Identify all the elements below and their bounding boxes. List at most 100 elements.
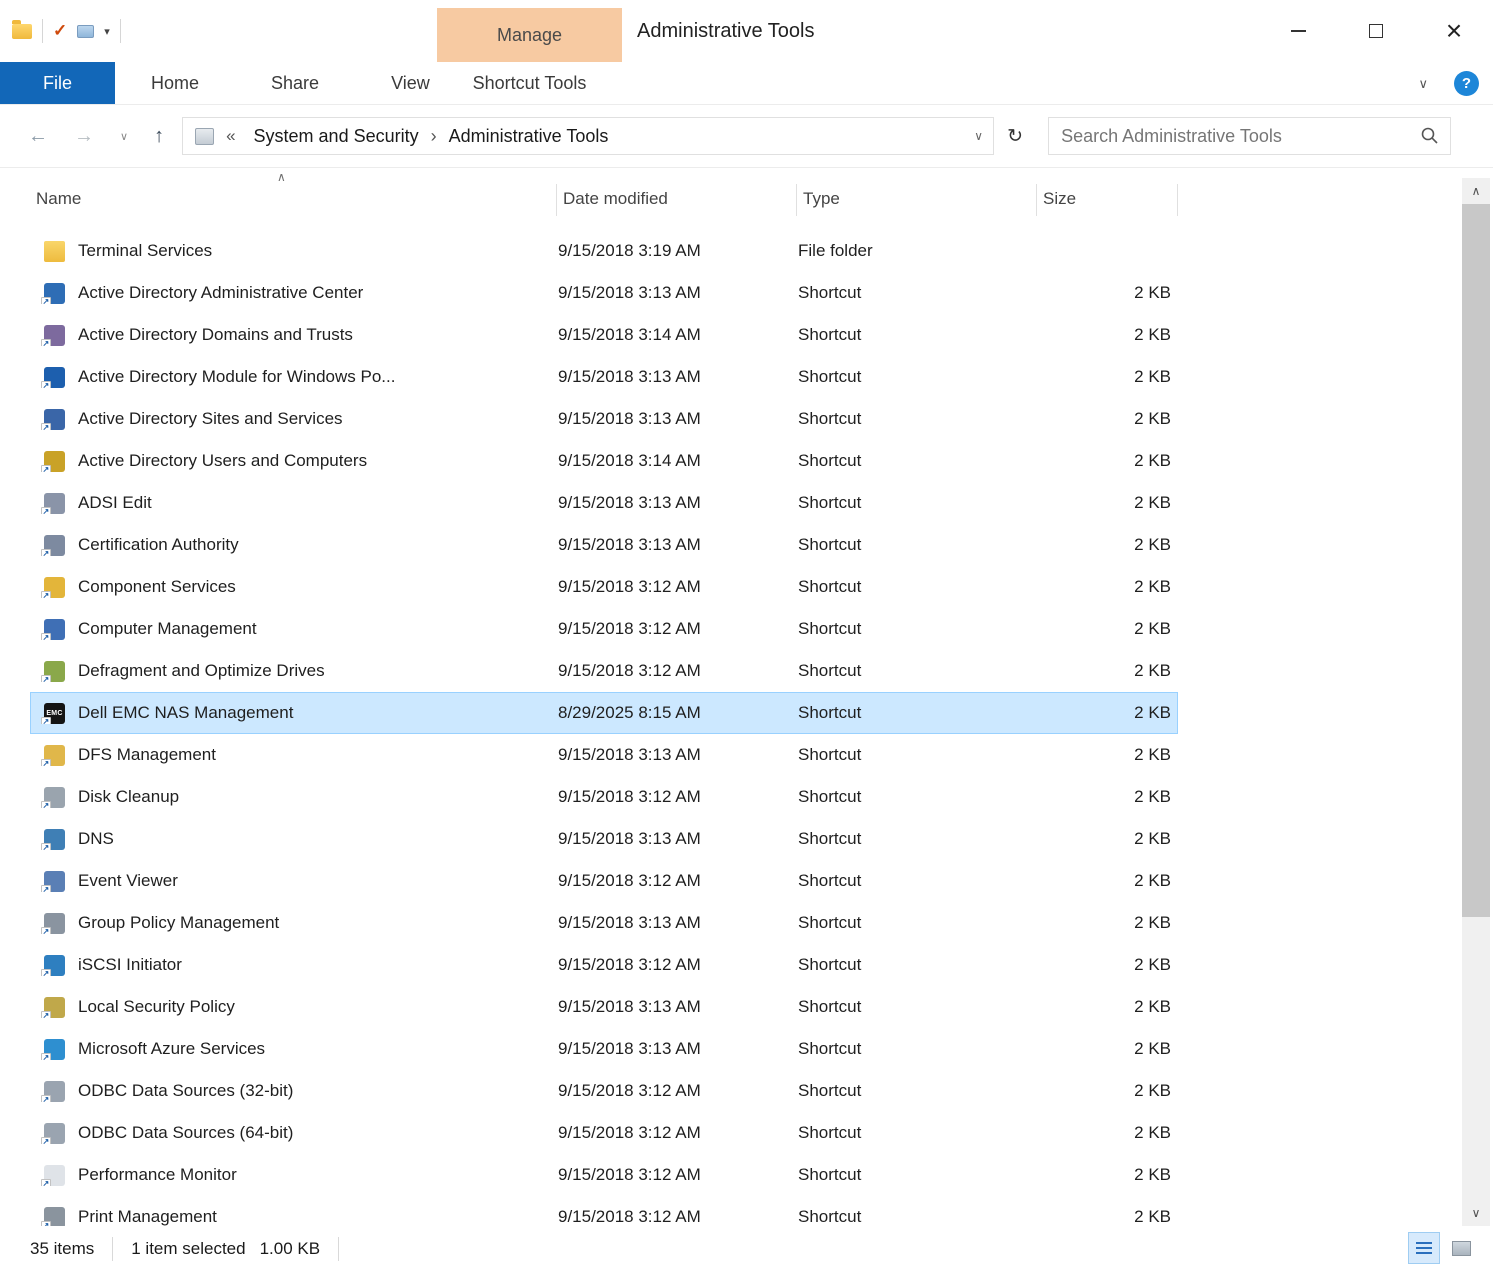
- column-header-type[interactable]: Type: [797, 168, 1037, 230]
- scroll-down-icon[interactable]: ∨: [1462, 1200, 1490, 1226]
- file-row[interactable]: EMC↗ Dell EMC NAS Management 8/29/2025 8…: [30, 692, 1178, 734]
- scroll-up-icon[interactable]: ∧: [1462, 178, 1490, 204]
- details-view-button[interactable]: [1408, 1232, 1440, 1264]
- file-type: Shortcut: [798, 787, 1038, 807]
- file-date-modified: 9/15/2018 3:13 AM: [558, 745, 798, 765]
- divider: [42, 19, 43, 43]
- file-name-cell: ↗ Defragment and Optimize Drives: [31, 661, 558, 682]
- file-date-modified: 9/15/2018 3:19 AM: [558, 241, 798, 261]
- shortcut-overlay-icon: ↗: [41, 1095, 51, 1102]
- help-icon[interactable]: ?: [1454, 71, 1479, 96]
- file-size: 2 KB: [1038, 997, 1178, 1017]
- file-row[interactable]: ↗ Microsoft Azure Services 9/15/2018 3:1…: [30, 1028, 1178, 1070]
- file-row[interactable]: ↗ DNS 9/15/2018 3:13 AM Shortcut 2 KB: [30, 818, 1178, 860]
- customize-quick-access-icon[interactable]: ▾: [104, 25, 110, 38]
- shortcut-overlay-icon: ↗: [41, 297, 51, 304]
- recent-locations-icon[interactable]: ∨: [120, 130, 128, 143]
- file-row[interactable]: ↗ ADSI Edit 9/15/2018 3:13 AM Shortcut 2…: [30, 482, 1178, 524]
- file-row[interactable]: ↗ ODBC Data Sources (32-bit) 9/15/2018 3…: [30, 1070, 1178, 1112]
- new-folder-icon[interactable]: [77, 25, 94, 38]
- file-row[interactable]: ↗ Print Management 9/15/2018 3:12 AM Sho…: [30, 1196, 1178, 1226]
- close-button[interactable]: ×: [1415, 0, 1493, 62]
- large-icons-view-icon: [1452, 1241, 1471, 1256]
- tab-share[interactable]: Share: [235, 62, 355, 104]
- shortcut-overlay-icon: ↗: [41, 969, 51, 976]
- file-date-modified: 9/15/2018 3:13 AM: [558, 493, 798, 513]
- file-date-modified: 9/15/2018 3:12 AM: [558, 955, 798, 975]
- ad-domains-trusts-icon: ↗: [44, 325, 65, 346]
- file-name-cell: Terminal Services: [31, 241, 558, 262]
- dns-icon: ↗: [44, 829, 65, 850]
- file-row[interactable]: ↗ DFS Management 9/15/2018 3:13 AM Short…: [30, 734, 1178, 776]
- file-date-modified: 9/15/2018 3:12 AM: [558, 577, 798, 597]
- large-icons-view-button[interactable]: [1445, 1232, 1477, 1264]
- file-row[interactable]: Terminal Services 9/15/2018 3:19 AM File…: [30, 230, 1178, 272]
- file-name: Component Services: [78, 577, 236, 597]
- file-row[interactable]: ↗ Active Directory Module for Windows Po…: [30, 356, 1178, 398]
- search-icon[interactable]: [1420, 126, 1440, 146]
- refresh-icon[interactable]: ↻: [994, 117, 1036, 155]
- file-row[interactable]: ↗ Active Directory Sites and Services 9/…: [30, 398, 1178, 440]
- defragment-icon: ↗: [44, 661, 65, 682]
- file-type: Shortcut: [798, 745, 1038, 765]
- items-count: 35 items: [30, 1239, 94, 1259]
- file-row[interactable]: ↗ Group Policy Management 9/15/2018 3:13…: [30, 902, 1178, 944]
- file-row[interactable]: ↗ Local Security Policy 9/15/2018 3:13 A…: [30, 986, 1178, 1028]
- address-location-icon: [195, 128, 214, 145]
- file-name-cell: EMC↗ Dell EMC NAS Management: [31, 703, 558, 724]
- divider: [120, 19, 121, 43]
- tab-home[interactable]: Home: [115, 62, 235, 104]
- file-date-modified: 9/15/2018 3:13 AM: [558, 283, 798, 303]
- file-type: Shortcut: [798, 829, 1038, 849]
- maximize-button[interactable]: [1337, 0, 1415, 62]
- vertical-scrollbar[interactable]: ∧ ∨: [1462, 178, 1490, 1226]
- file-name-cell: ↗ Active Directory Administrative Center: [31, 283, 558, 304]
- selection-count: 1 item selected: [131, 1239, 245, 1259]
- file-row[interactable]: ↗ Active Directory Administrative Center…: [30, 272, 1178, 314]
- file-row[interactable]: ↗ Disk Cleanup 9/15/2018 3:12 AM Shortcu…: [30, 776, 1178, 818]
- file-row[interactable]: ↗ Performance Monitor 9/15/2018 3:12 AM …: [30, 1154, 1178, 1196]
- back-icon[interactable]: ←: [28, 125, 48, 148]
- print-management-icon: ↗: [44, 1207, 65, 1227]
- file-row[interactable]: ↗ Component Services 9/15/2018 3:12 AM S…: [30, 566, 1178, 608]
- breadcrumb-collapse-icon[interactable]: «: [226, 126, 235, 146]
- file-row[interactable]: ↗ Active Directory Users and Computers 9…: [30, 440, 1178, 482]
- checkmark-icon[interactable]: ✓: [53, 21, 67, 41]
- file-row[interactable]: ↗ iSCSI Initiator 9/15/2018 3:12 AM Shor…: [30, 944, 1178, 986]
- minimize-button[interactable]: [1259, 0, 1337, 62]
- up-icon[interactable]: ↑: [154, 125, 164, 148]
- file-row[interactable]: ↗ Defragment and Optimize Drives 9/15/20…: [30, 650, 1178, 692]
- tab-file[interactable]: File: [0, 62, 115, 104]
- breadcrumb-item-administrative-tools[interactable]: Administrative Tools: [441, 126, 617, 147]
- file-row[interactable]: ↗ Event Viewer 9/15/2018 3:12 AM Shortcu…: [30, 860, 1178, 902]
- file-date-modified: 9/15/2018 3:12 AM: [558, 787, 798, 807]
- file-row[interactable]: ↗ Certification Authority 9/15/2018 3:13…: [30, 524, 1178, 566]
- file-name-cell: ↗ Group Policy Management: [31, 913, 558, 934]
- column-header-size[interactable]: Size: [1037, 168, 1178, 230]
- column-header-date-modified[interactable]: Date modified: [557, 168, 797, 230]
- shortcut-overlay-icon: ↗: [41, 843, 51, 850]
- file-row[interactable]: ↗ Active Directory Domains and Trusts 9/…: [30, 314, 1178, 356]
- forward-icon[interactable]: →: [74, 125, 94, 148]
- file-type: Shortcut: [798, 535, 1038, 555]
- file-size: 2 KB: [1038, 409, 1178, 429]
- dfs-management-icon: ↗: [44, 745, 65, 766]
- column-header-name[interactable]: Name: [30, 168, 557, 230]
- file-type: Shortcut: [798, 577, 1038, 597]
- address-bar[interactable]: « System and Security › Administrative T…: [182, 117, 994, 155]
- certification-authority-icon: ↗: [44, 535, 65, 556]
- column-headers: ∧ Name Date modified Type Size: [0, 168, 1493, 230]
- file-type: Shortcut: [798, 325, 1038, 345]
- file-row[interactable]: ↗ Computer Management 9/15/2018 3:12 AM …: [30, 608, 1178, 650]
- tab-shortcut-tools[interactable]: Shortcut Tools: [437, 62, 622, 104]
- expand-ribbon-icon[interactable]: ∨: [1418, 76, 1428, 92]
- computer-management-icon: ↗: [44, 619, 65, 640]
- breadcrumb-item-system-and-security[interactable]: System and Security: [246, 126, 427, 147]
- file-name-cell: ↗ Print Management: [31, 1207, 558, 1227]
- search-input[interactable]: [1061, 126, 1420, 147]
- shortcut-overlay-icon: ↗: [41, 1011, 51, 1018]
- file-name: Print Management: [78, 1207, 217, 1226]
- file-row[interactable]: ↗ ODBC Data Sources (64-bit) 9/15/2018 3…: [30, 1112, 1178, 1154]
- address-dropdown-icon[interactable]: ∨: [974, 129, 983, 143]
- scrollbar-thumb[interactable]: [1462, 204, 1490, 917]
